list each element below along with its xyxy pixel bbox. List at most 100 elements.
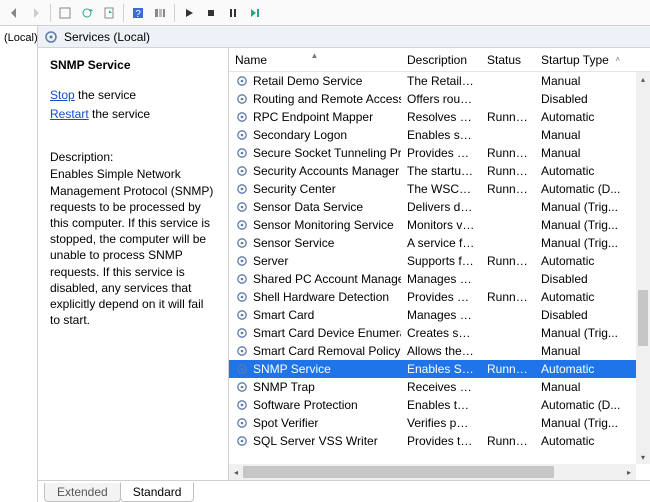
toolbar-columns-icon[interactable] xyxy=(150,3,170,23)
hscroll-thumb[interactable] xyxy=(243,466,554,478)
toolbar-help-icon[interactable]: ? xyxy=(128,3,148,23)
service-description: Offers routi... xyxy=(401,92,481,106)
toolbar-export-icon[interactable] xyxy=(99,3,119,23)
service-description: Receives tra... xyxy=(401,380,481,394)
gear-icon xyxy=(235,380,249,394)
service-row[interactable]: SNMP TrapReceives tra...Manual xyxy=(229,378,650,396)
service-row[interactable]: Secure Socket Tunneling Pr...Provides su… xyxy=(229,144,650,162)
service-name: Retail Demo Service xyxy=(253,74,362,88)
scroll-down-icon[interactable]: ▾ xyxy=(636,450,650,464)
service-row[interactable]: Smart Card Removal PolicyAllows the s...… xyxy=(229,342,650,360)
service-description: The WSCSV... xyxy=(401,182,481,196)
service-row[interactable]: Security Accounts ManagerThe startup ...… xyxy=(229,162,650,180)
col-startup[interactable]: Startup Type ˄ xyxy=(535,48,650,71)
col-status[interactable]: Status xyxy=(481,48,535,71)
service-name: Routing and Remote Access xyxy=(253,92,401,106)
service-startup: Manual xyxy=(535,74,650,88)
tree-pane: (Local) xyxy=(0,26,38,502)
toolbar-restart-icon[interactable] xyxy=(245,3,265,23)
gear-icon xyxy=(235,128,249,142)
gear-icon xyxy=(235,146,249,160)
service-row[interactable]: Spot VerifierVerifies pote...Manual (Tri… xyxy=(229,414,650,432)
toolbar-start-icon[interactable] xyxy=(179,3,199,23)
service-name: Sensor Monitoring Service xyxy=(253,218,394,232)
tree-node-local[interactable]: (Local) xyxy=(2,30,35,46)
service-row[interactable]: Sensor Data ServiceDelivers dat...Manual… xyxy=(229,198,650,216)
services-header-title: Services (Local) xyxy=(64,30,150,44)
service-name: Sensor Service xyxy=(253,236,334,250)
scroll-right-icon[interactable]: ▸ xyxy=(622,464,636,480)
horizontal-scrollbar[interactable]: ◂ ▸ xyxy=(229,464,636,480)
gear-icon xyxy=(235,290,249,304)
toolbar-pause-icon[interactable] xyxy=(223,3,243,23)
service-name: SNMP Trap xyxy=(253,380,315,394)
scroll-up-icon[interactable]: ▴ xyxy=(636,72,650,86)
service-description: Supports fil... xyxy=(401,254,481,268)
toolbar: ? xyxy=(0,0,650,26)
service-description: Manages ac... xyxy=(401,308,481,322)
service-description: Creates soft... xyxy=(401,326,481,340)
gear-icon xyxy=(235,218,249,232)
service-startup: Automatic xyxy=(535,110,650,124)
service-name: Secondary Logon xyxy=(253,128,347,142)
restart-suffix: the service xyxy=(89,107,150,121)
service-row[interactable]: RPC Endpoint MapperResolves RP...Running… xyxy=(229,108,650,126)
service-row[interactable]: Software ProtectionEnables the ...Automa… xyxy=(229,396,650,414)
toolbar-up-icon[interactable] xyxy=(55,3,75,23)
col-name[interactable]: Name▲ xyxy=(229,48,401,71)
service-row[interactable]: Sensor ServiceA service fo...Manual (Tri… xyxy=(229,234,650,252)
gear-icon xyxy=(235,92,249,106)
service-description: Monitors va... xyxy=(401,218,481,232)
gear-icon xyxy=(235,200,249,214)
service-row[interactable]: Secondary LogonEnables star...Manual xyxy=(229,126,650,144)
service-status: Running xyxy=(481,290,535,304)
service-row[interactable]: Routing and Remote AccessOffers routi...… xyxy=(229,90,650,108)
scroll-left-icon[interactable]: ◂ xyxy=(229,464,243,480)
stop-link[interactable]: Stop xyxy=(50,88,75,102)
service-description: The Retail D... xyxy=(401,74,481,88)
service-status: Running xyxy=(481,434,535,448)
vertical-scrollbar[interactable]: ▴ ▾ xyxy=(636,72,650,464)
service-name: Security Accounts Manager xyxy=(253,164,399,178)
service-row[interactable]: Shared PC Account ManagerManages pr...Di… xyxy=(229,270,650,288)
service-row[interactable]: SNMP ServiceEnables Sim...RunningAutomat… xyxy=(229,360,650,378)
service-description: Enables the ... xyxy=(401,398,481,412)
tab-standard[interactable]: Standard xyxy=(120,482,195,502)
service-startup: Manual (Trig... xyxy=(535,218,650,232)
gear-icon xyxy=(235,398,249,412)
service-description: Resolves RP... xyxy=(401,110,481,124)
gear-icon xyxy=(235,362,249,376)
scroll-thumb[interactable] xyxy=(638,290,648,346)
service-startup: Automatic (D... xyxy=(535,398,650,412)
service-startup: Manual xyxy=(535,344,650,358)
service-description: A service fo... xyxy=(401,236,481,250)
services-list: Name▲ Description Status Startup Type ˄ … xyxy=(228,48,650,480)
gear-icon xyxy=(235,326,249,340)
toolbar-stop-icon[interactable] xyxy=(201,3,221,23)
stop-suffix: the service xyxy=(75,88,136,102)
gear-icon xyxy=(235,434,249,448)
service-status: Running xyxy=(481,182,535,196)
service-row[interactable]: Security CenterThe WSCSV...RunningAutoma… xyxy=(229,180,650,198)
service-status: Running xyxy=(481,110,535,124)
service-row[interactable]: Smart Card Device Enumera...Creates soft… xyxy=(229,324,650,342)
service-description: Manages pr... xyxy=(401,272,481,286)
gear-icon xyxy=(235,272,249,286)
toolbar-forward-icon[interactable] xyxy=(26,3,46,23)
col-description[interactable]: Description xyxy=(401,48,481,71)
gear-icon xyxy=(235,164,249,178)
tab-extended[interactable]: Extended xyxy=(44,483,121,502)
service-row[interactable]: Shell Hardware DetectionProvides no...Ru… xyxy=(229,288,650,306)
service-row[interactable]: Sensor Monitoring Service Monitors va... M… xyxy=(229,216,650,234)
toolbar-refresh-icon[interactable] xyxy=(77,3,97,23)
service-row[interactable]: SQL Server VSS WriterProvides th...Runni… xyxy=(229,432,650,450)
service-startup: Manual (Trig... xyxy=(535,200,650,214)
gear-icon xyxy=(235,110,249,124)
service-row[interactable]: Smart CardManages ac...Disabled xyxy=(229,306,650,324)
service-name: SNMP Service xyxy=(253,362,331,376)
service-status: Running xyxy=(481,164,535,178)
service-row[interactable]: Retail Demo Service The Retail D... Manual xyxy=(229,72,650,90)
restart-link[interactable]: Restart xyxy=(50,107,89,121)
service-row[interactable]: ServerSupports fil...RunningAutomatic xyxy=(229,252,650,270)
toolbar-back-icon[interactable] xyxy=(4,3,24,23)
